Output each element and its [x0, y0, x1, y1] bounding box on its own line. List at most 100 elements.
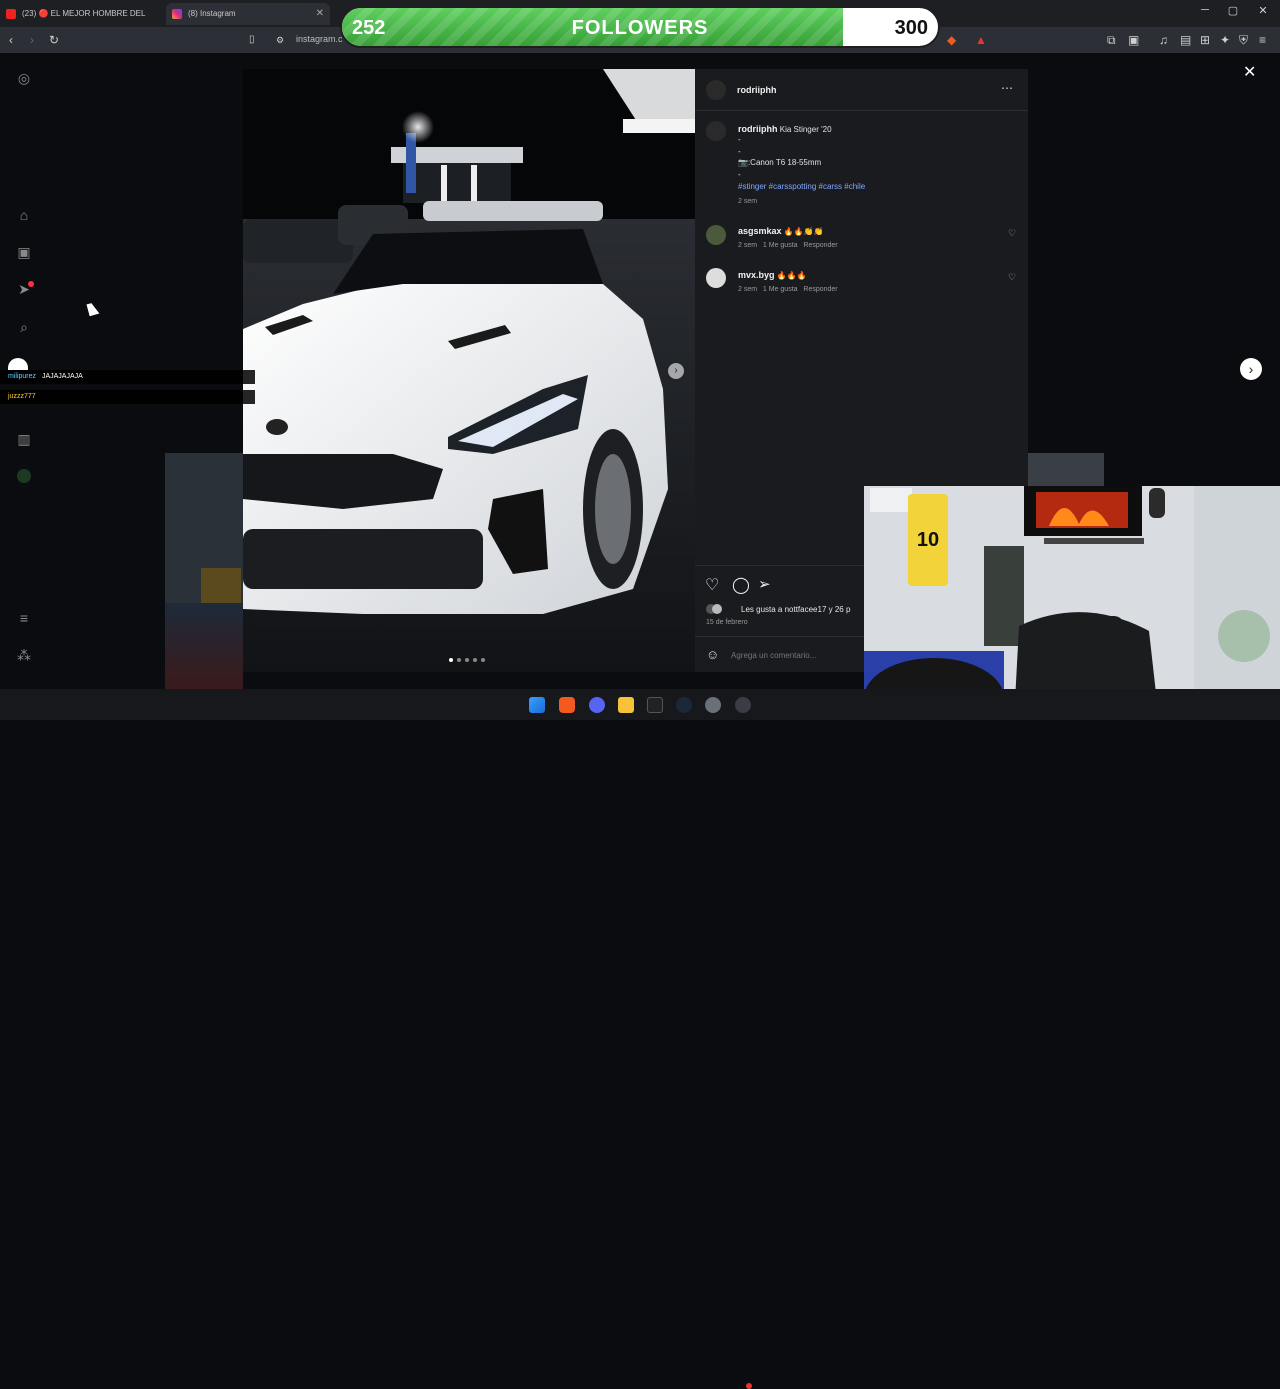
windows-start-icon[interactable]	[529, 697, 545, 713]
comment: mvx.byg 🔥🔥🔥	[738, 270, 807, 280]
bookmark-icon[interactable]: ▯	[249, 33, 255, 47]
photo-next-icon[interactable]: ›	[668, 363, 684, 379]
extensions-icon[interactable]: ⧉	[1107, 33, 1116, 47]
chat-message: juzzz777	[0, 390, 255, 404]
site-info-icon[interactable]: ⚙	[276, 33, 284, 47]
forward-icon[interactable]: ›	[30, 33, 34, 47]
comment-text: 🔥🔥🔥	[776, 271, 807, 280]
instagram-icon	[172, 9, 182, 19]
followers-label: FOLLOWERS	[571, 17, 709, 39]
close-window-icon[interactable]: ✕	[1254, 4, 1272, 17]
chat-avatar	[8, 358, 28, 370]
next-post-icon[interactable]: ›	[1240, 358, 1262, 380]
youtube-icon	[6, 9, 16, 19]
car-photo-illustration	[243, 69, 695, 672]
thumbnail-car	[165, 603, 243, 689]
background-post-thumbnail-right	[1028, 453, 1104, 486]
tab-label: (8) Instagram	[188, 9, 236, 18]
svg-text:10: 10	[917, 529, 939, 551]
like-comment-icon[interactable]: ♡	[1008, 228, 1016, 239]
reels-icon[interactable]: ▣	[16, 244, 32, 260]
file-explorer-icon[interactable]	[618, 697, 634, 713]
vpn-icon[interactable]: ⛨	[1239, 33, 1248, 47]
address-bar[interactable]: instagram.c	[296, 34, 343, 44]
chat-message: milipurez JAJAJAJAJA	[0, 370, 255, 384]
brave-rewards-icon[interactable]: ▲	[975, 33, 987, 47]
caption-title: Kia Stinger '20	[779, 125, 832, 134]
divider	[695, 110, 1028, 111]
like-icon[interactable]: ♡	[705, 575, 719, 595]
comment-icon[interactable]: ◯	[732, 575, 750, 595]
comment-likes[interactable]: 1 Me gusta	[763, 286, 798, 293]
close-modal-icon[interactable]: ✕	[1243, 62, 1256, 82]
comment-username[interactable]: mvx.byg	[738, 270, 775, 280]
brave-browser-icon[interactable]	[559, 697, 575, 713]
tab-search-icon[interactable]: ⊞	[1200, 33, 1210, 47]
close-tab-icon[interactable]: ✕	[316, 3, 324, 25]
liker-avatars	[706, 604, 722, 614]
sidebar-icon[interactable]: ▤	[1180, 33, 1191, 47]
comment-time: 2 sem	[738, 286, 758, 293]
settings-icon[interactable]	[705, 697, 721, 713]
tab-instagram[interactable]: (8) Instagram ✕	[166, 3, 330, 25]
leo-ai-icon[interactable]: ✦	[1220, 33, 1230, 47]
epic-games-icon[interactable]	[647, 697, 663, 713]
webcam-overlay: 10	[864, 486, 1280, 720]
search-icon[interactable]: ⌕	[16, 319, 32, 335]
discord-icon[interactable]	[589, 697, 605, 713]
meta-threads-icon[interactable]: ⁂	[16, 647, 32, 663]
reload-icon[interactable]: ↻	[49, 33, 59, 47]
comment-text: 🔥🔥👏👏	[783, 227, 824, 236]
share-icon[interactable]: ➢	[758, 575, 771, 593]
post-date: 15 de febrero	[706, 619, 748, 626]
comment: asgsmkax 🔥🔥👏👏	[738, 226, 824, 236]
reply-link[interactable]: Responder	[803, 242, 837, 249]
tab-youtube[interactable]: (23) 🔴 EL MEJOR HOMBRE DEL	[0, 3, 160, 25]
insights-icon[interactable]: ▥	[16, 431, 32, 447]
comment-meta: 2 sem 1 Me gusta Responder	[738, 286, 838, 293]
liked-by-text[interactable]: Les gusta a nottfacee17 y 26 p	[741, 605, 850, 614]
music-icon[interactable]: ♫	[1159, 33, 1168, 47]
caption-line: -	[738, 147, 741, 156]
caption-line: -	[738, 135, 741, 144]
caption-username[interactable]: rodriiphh	[738, 124, 778, 134]
caption-avatar[interactable]	[706, 121, 726, 141]
like-comment-icon[interactable]: ♡	[1008, 272, 1016, 283]
comment-likes[interactable]: 1 Me gusta	[763, 242, 798, 249]
chat-text: JAJAJAJAJA	[41, 373, 83, 380]
brave-shield-icon[interactable]: ◆	[947, 33, 956, 47]
menu-icon[interactable]: ≡	[1259, 33, 1266, 47]
home-icon[interactable]: ⌂	[16, 207, 32, 223]
followers-goal-bar: 252 FOLLOWERS 300	[340, 6, 940, 48]
notification-dot	[28, 281, 34, 287]
back-icon[interactable]: ‹	[9, 33, 13, 47]
commenter-avatar[interactable]	[706, 268, 726, 288]
reply-link[interactable]: Responder	[803, 286, 837, 293]
followers-goal: 300	[894, 17, 928, 39]
chat-username: milipurez	[8, 373, 37, 380]
author-avatar[interactable]	[706, 80, 726, 100]
emoji-icon[interactable]: ☺	[706, 647, 719, 662]
windows-taskbar	[0, 689, 1280, 1389]
caption-hashtags[interactable]: #stinger #carsspotting #carss #chile	[738, 182, 865, 191]
steam-icon[interactable]	[676, 697, 692, 713]
maximize-icon[interactable]: ▢	[1224, 4, 1242, 17]
comment-username[interactable]: asgsmkax	[738, 226, 782, 236]
caption-camera: 📷:Canon T6 18-55mm	[738, 158, 822, 167]
stream-chat-overlay: milipurez JAJAJAJAJA juzzz777	[0, 356, 255, 416]
caption-time: 2 sem	[738, 198, 758, 205]
author-username[interactable]: rodriiphh	[737, 85, 777, 95]
wallet-icon[interactable]: ▣	[1128, 33, 1139, 47]
comment-time: 2 sem	[738, 242, 758, 249]
profile-avatar[interactable]	[17, 469, 31, 483]
post-photo[interactable]: ›	[243, 69, 695, 672]
caption-line: -	[738, 170, 741, 179]
instagram-logo-icon[interactable]: ◎	[16, 70, 32, 86]
more-options-icon[interactable]: ⋯	[1001, 81, 1013, 95]
obs-icon[interactable]	[735, 697, 751, 713]
more-menu-icon[interactable]: ≡	[16, 610, 32, 626]
tab-label: (23) 🔴 EL MEJOR HOMBRE DEL	[22, 9, 146, 18]
minimize-icon[interactable]: ─	[1196, 4, 1214, 16]
commenter-avatar[interactable]	[706, 225, 726, 245]
webcam-scene: 10	[864, 486, 1280, 720]
